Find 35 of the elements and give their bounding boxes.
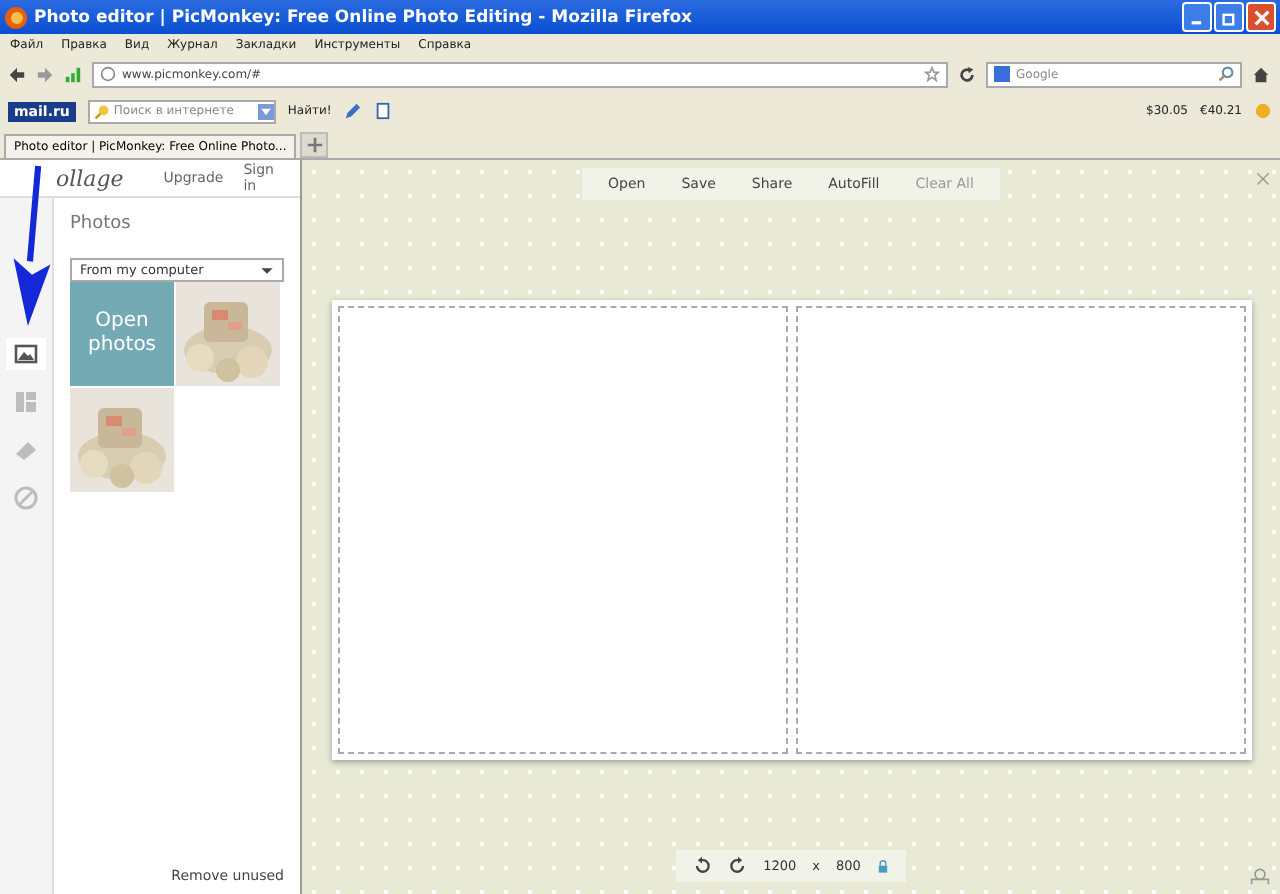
redo-icon[interactable] bbox=[727, 856, 748, 876]
window-title: Photo editor | PicMonkey: Free Online Photo Editing - Mozilla Firefox bbox=[34, 7, 693, 27]
restore-button[interactable] bbox=[1214, 2, 1244, 32]
restore-icon bbox=[1221, 9, 1237, 25]
globe-icon bbox=[100, 66, 116, 82]
new-tab-button[interactable] bbox=[300, 132, 329, 158]
document-icon[interactable] bbox=[373, 102, 392, 120]
layout-icon bbox=[14, 390, 38, 414]
panel-title: Photos bbox=[70, 214, 133, 234]
minimize-button[interactable] bbox=[1182, 2, 1212, 32]
weather-icon bbox=[1254, 102, 1272, 120]
reload-icon[interactable] bbox=[958, 65, 976, 83]
dropdown-icon[interactable] bbox=[257, 103, 274, 119]
close-icon[interactable] bbox=[1256, 172, 1270, 186]
forward-icon[interactable] bbox=[36, 65, 54, 83]
browser-logo-icon bbox=[4, 5, 28, 29]
pencil-icon[interactable] bbox=[343, 102, 362, 120]
close-button[interactable] bbox=[1246, 2, 1276, 32]
undo-icon[interactable] bbox=[691, 856, 712, 876]
search-icon bbox=[93, 103, 110, 119]
star-icon[interactable] bbox=[924, 66, 940, 82]
photos-tab[interactable] bbox=[6, 338, 46, 370]
tag-icon bbox=[14, 438, 38, 462]
signal-icon bbox=[64, 65, 82, 83]
search-icon[interactable] bbox=[1218, 66, 1234, 82]
image-icon bbox=[14, 342, 38, 366]
caret-icon bbox=[260, 263, 274, 277]
back-icon[interactable] bbox=[8, 65, 26, 83]
arrow-icon bbox=[8, 164, 56, 328]
lock-icon[interactable] bbox=[876, 859, 891, 873]
app-logo: ollage bbox=[56, 165, 124, 191]
search-engine-icon bbox=[994, 66, 1010, 82]
home-icon[interactable] bbox=[1252, 65, 1270, 83]
close-icon bbox=[1253, 9, 1269, 25]
plus-icon bbox=[305, 136, 324, 154]
